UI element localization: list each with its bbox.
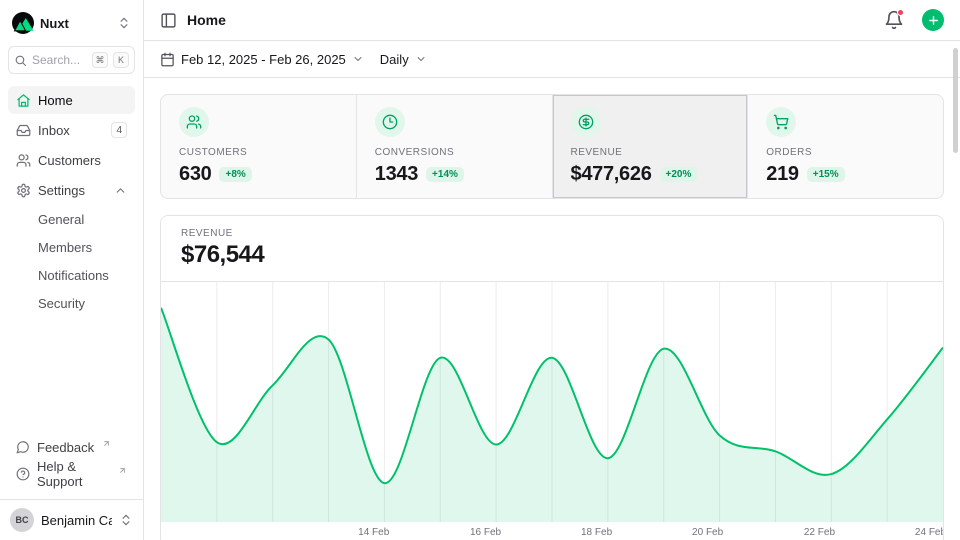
external-link-icon <box>102 439 111 448</box>
search-input[interactable]: Search... ⌘ K <box>8 46 135 74</box>
kbd-cmd: ⌘ <box>92 52 108 68</box>
revenue-chart <box>161 282 943 522</box>
stat-card-revenue[interactable]: REVENUE $477,626 +20% <box>553 95 749 198</box>
footer-link-label: Help & Support <box>37 459 110 489</box>
stat-delta-badge: +15% <box>807 167 845 182</box>
stat-card-orders[interactable]: ORDERS 219 +15% <box>748 95 943 198</box>
stat-value: 630 <box>179 163 211 186</box>
help-circle-icon <box>16 467 30 481</box>
inbox-icon <box>16 123 31 138</box>
stat-card-customers[interactable]: CUSTOMERS 630 +8% <box>161 95 357 198</box>
sidebar-item-label: Customers <box>38 153 101 168</box>
x-tick-label: 24 Feb <box>915 527 944 538</box>
workspace-switcher[interactable]: Nuxt <box>8 10 135 36</box>
gear-icon <box>16 183 31 198</box>
revenue-chart-card: REVENUE $76,544 14 Feb 16 Feb 18 Feb 20 Feb… <box>160 215 944 540</box>
users-icon <box>16 153 31 168</box>
add-button[interactable] <box>922 9 944 31</box>
chevron-up-icon <box>114 184 127 197</box>
chevron-down-icon <box>352 53 364 65</box>
sidebar-item-inbox[interactable]: Inbox 4 <box>8 116 135 144</box>
search-placeholder: Search... <box>32 53 87 67</box>
panel-left-icon[interactable] <box>160 12 177 29</box>
user-name: Benjamin Canac <box>41 513 112 528</box>
sidebar-footer: Feedback Help & Support <box>8 434 135 487</box>
page-header: Home <box>144 0 960 41</box>
sidebar-item-home[interactable]: Home <box>8 86 135 114</box>
stat-label: REVENUE <box>571 147 730 158</box>
sidebar-item-customers[interactable]: Customers <box>8 146 135 174</box>
stat-value: 1343 <box>375 163 418 186</box>
avatar: BC <box>10 508 34 532</box>
sidebar-item-settings[interactable]: Settings <box>8 176 135 204</box>
notifications-bell-icon[interactable] <box>884 10 904 30</box>
sidebar-item-label: Settings <box>38 183 85 198</box>
x-tick-label: 18 Feb <box>581 527 612 538</box>
users-icon <box>179 107 209 137</box>
x-tick-label: 20 Feb <box>692 527 723 538</box>
sidebar-item-label: Inbox <box>38 123 70 138</box>
stat-value: $477,626 <box>571 163 652 186</box>
date-range-label: Feb 12, 2025 - Feb 26, 2025 <box>181 52 346 67</box>
cart-icon <box>766 107 796 137</box>
chart-body: 14 Feb 16 Feb 18 Feb 20 Feb 22 Feb 24 Feb <box>161 281 943 540</box>
inbox-count-badge: 4 <box>111 122 127 138</box>
calendar-icon <box>160 52 175 67</box>
stats-strip: CUSTOMERS 630 +8% CONVERSIONS 1343 +14% <box>160 94 944 199</box>
chevrons-up-down-icon <box>117 16 131 30</box>
stat-value: 219 <box>766 163 798 186</box>
sidebar-item-label: Home <box>38 93 73 108</box>
x-tick-label: 14 Feb <box>358 527 389 538</box>
content: CUSTOMERS 630 +8% CONVERSIONS 1343 +14% <box>144 78 960 540</box>
stat-label: CUSTOMERS <box>179 147 338 158</box>
sidebar-subitem-members[interactable]: Members <box>8 234 135 260</box>
stat-delta-badge: +8% <box>219 167 251 182</box>
filters-toolbar: Feb 12, 2025 - Feb 26, 2025 Daily <box>144 41 960 78</box>
clock-icon <box>375 107 405 137</box>
dollar-circle-icon <box>571 107 601 137</box>
chevron-down-icon <box>415 53 427 65</box>
home-icon <box>16 93 31 108</box>
scrollbar-thumb[interactable] <box>953 48 958 153</box>
kbd-k: K <box>113 52 129 68</box>
stat-label: ORDERS <box>766 147 925 158</box>
user-menu[interactable]: BC Benjamin Canac <box>0 499 143 540</box>
stat-card-conversions[interactable]: CONVERSIONS 1343 +14% <box>357 95 553 198</box>
sidebar: Nuxt Search... ⌘ K Home <box>0 0 144 540</box>
sidebar-subitem-notifications[interactable]: Notifications <box>8 262 135 288</box>
chevrons-up-down-icon <box>119 513 133 527</box>
message-bubble-icon <box>16 440 30 454</box>
main-area: Home Feb 12, 2025 - Feb 26, 2025 Daily <box>144 0 960 540</box>
workspace-name: Nuxt <box>40 16 111 31</box>
x-tick-label: 22 Feb <box>804 527 835 538</box>
search-icon <box>14 54 27 67</box>
granularity-button[interactable]: Daily <box>380 52 427 67</box>
chart-label: REVENUE <box>181 228 923 239</box>
stat-label: CONVERSIONS <box>375 147 534 158</box>
sidebar-nav: Home Inbox 4 Customers Settings <box>8 86 135 316</box>
notification-dot <box>897 9 904 16</box>
external-link-icon <box>118 466 127 475</box>
app-root: Nuxt Search... ⌘ K Home <box>0 0 960 540</box>
page-title: Home <box>187 12 874 28</box>
sidebar-subitem-security[interactable]: Security <box>8 290 135 316</box>
sidebar-subitem-general[interactable]: General <box>8 206 135 232</box>
stat-delta-badge: +20% <box>660 167 698 182</box>
x-tick-label: 16 Feb <box>470 527 501 538</box>
chart-header: REVENUE $76,544 <box>161 216 943 281</box>
help-support-link[interactable]: Help & Support <box>8 461 135 487</box>
feedback-link[interactable]: Feedback <box>8 434 135 460</box>
granularity-label: Daily <box>380 52 409 67</box>
chart-value: $76,544 <box>181 241 923 269</box>
nuxt-logo-icon <box>12 12 34 34</box>
sidebar-spacer <box>8 316 135 434</box>
date-range-button[interactable]: Feb 12, 2025 - Feb 26, 2025 <box>160 52 364 67</box>
stat-delta-badge: +14% <box>426 167 464 182</box>
x-axis-labels: 14 Feb 16 Feb 18 Feb 20 Feb 22 Feb 24 Feb <box>161 521 943 540</box>
footer-link-label: Feedback <box>37 440 94 455</box>
